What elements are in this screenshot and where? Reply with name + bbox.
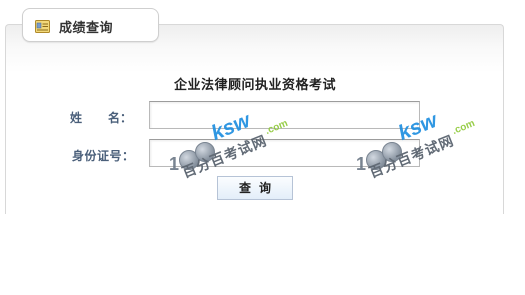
exam-title: 企业法律顾问执业资格考试 bbox=[173, 78, 336, 93]
watermark-digit: 1 bbox=[356, 154, 367, 174]
watermark-logo: 1 ksw .com 百分百考试网 bbox=[352, 109, 482, 192]
id-card-icon bbox=[35, 18, 50, 33]
watermark-logo: 1 ksw .com 百分百考试网 bbox=[165, 109, 295, 192]
name-label-first: 姓 bbox=[70, 111, 83, 125]
tab-title: 成绩查询 bbox=[59, 21, 114, 36]
name-label-second: 名： bbox=[108, 111, 133, 125]
score-query-page: 成绩查询 企业法律顾问执业资格考试 姓名： 身份证号： 查询 1 ksw .co… bbox=[0, 0, 525, 295]
watermark-digit: 1 bbox=[169, 154, 180, 174]
name-label: 姓 名： bbox=[70, 109, 132, 126]
tab-score-query: 成绩查询 bbox=[22, 8, 159, 42]
id-number-label: 身份证号： bbox=[72, 149, 135, 163]
